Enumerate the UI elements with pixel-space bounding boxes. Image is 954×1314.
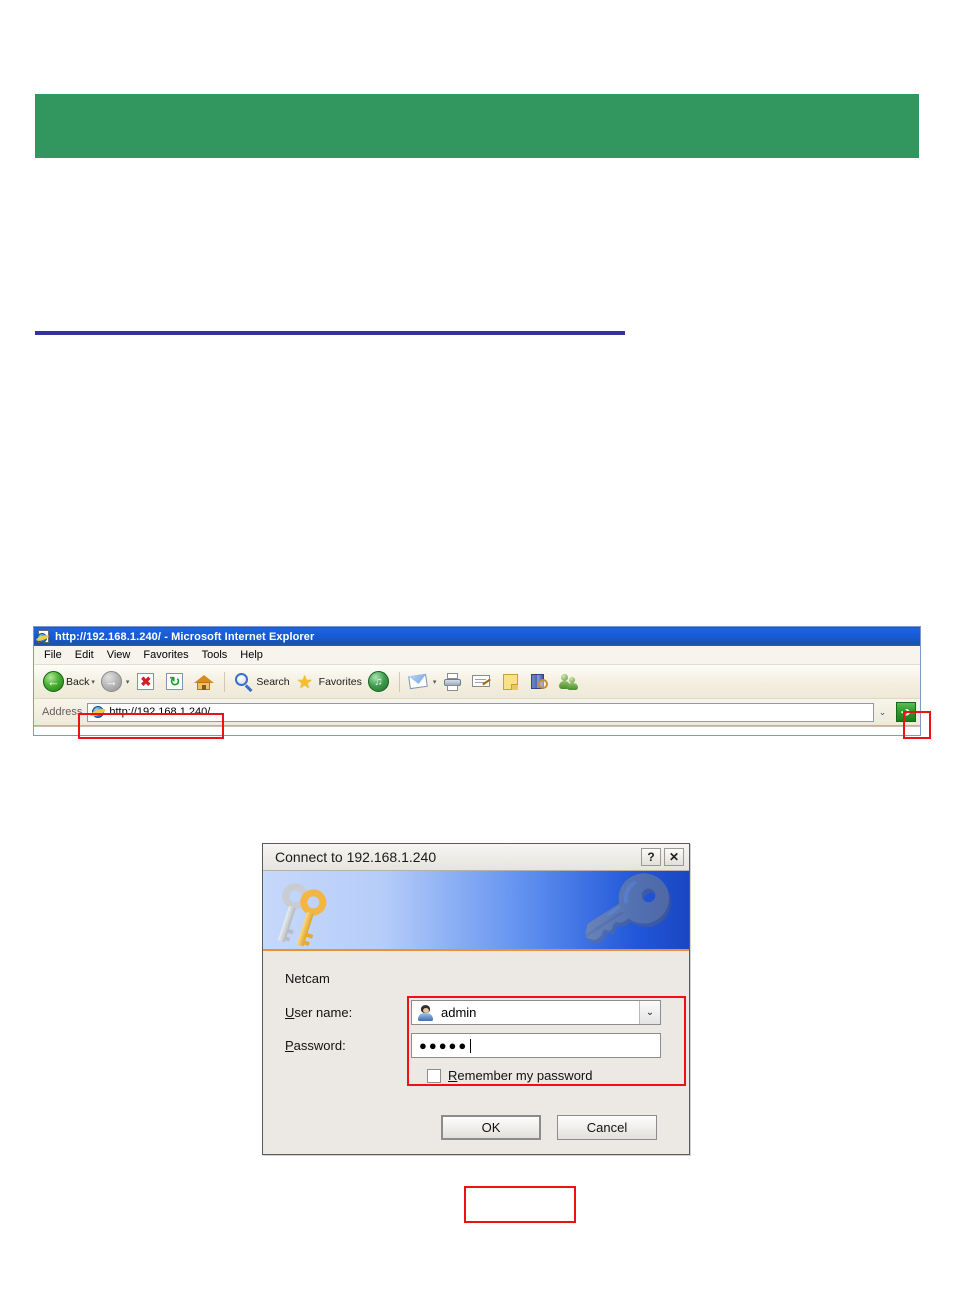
dialog-banner: 🔑 <box>263 871 689 951</box>
home-icon <box>193 671 215 692</box>
section-divider-rule <box>35 331 625 335</box>
search-icon <box>233 671 254 692</box>
refresh-button[interactable]: ↻ <box>161 669 190 695</box>
ok-button[interactable]: OK <box>441 1115 541 1140</box>
close-icon[interactable]: ✕ <box>664 848 684 866</box>
chevron-down-icon-forward[interactable]: ▾ <box>126 678 130 686</box>
toolbar-separator-1 <box>224 671 226 692</box>
menu-item-tools[interactable]: Tools <box>202 649 237 661</box>
stop-icon: ✖ <box>135 671 156 692</box>
home-button[interactable] <box>190 669 219 695</box>
print-icon <box>442 671 463 692</box>
authentication-dialog: Connect to 192.168.1.240 ? ✕ 🔑 Netcam Us… <box>262 843 690 1223</box>
address-bar-label: Address <box>42 706 83 718</box>
user-account-icon <box>417 1004 434 1021</box>
notes-button[interactable] <box>497 669 526 695</box>
browser-toolbar: ← Back ▾ → ▾ ✖ ↻ Search ★ Favorites ♫ ▾ <box>34 665 920 699</box>
star-glyph: ★ <box>296 672 313 692</box>
media-icon: ♫ <box>367 671 389 692</box>
edit-icon <box>471 671 492 692</box>
dialog-titlebar: Connect to 192.168.1.240 ? ✕ <box>263 844 689 871</box>
browser-titlebar: http://192.168.1.240/ - Microsoft Intern… <box>34 627 920 646</box>
realm-label: Netcam <box>285 971 330 986</box>
username-label: User name: <box>285 1005 353 1020</box>
go-button[interactable]: ➔ <box>896 702 916 722</box>
remember-password-checkbox[interactable] <box>427 1068 441 1083</box>
dialog-body: Netcam User name: admin ⌄ Password: ●●●●… <box>263 951 689 1223</box>
edit-button[interactable] <box>468 669 497 695</box>
dialog-title: Connect to 192.168.1.240 <box>275 849 437 865</box>
password-masked-value: ●●●●● <box>419 1038 469 1053</box>
back-button-label: Back <box>66 675 90 688</box>
forward-arrow-icon: → <box>100 671 122 692</box>
favorites-button-label: Favorites <box>318 675 362 688</box>
username-input[interactable]: admin ⌄ <box>411 1000 661 1025</box>
back-arrow-icon: ← <box>43 671 64 692</box>
menu-item-favorites[interactable]: Favorites <box>143 649 197 661</box>
ie-globe-icon <box>89 705 107 719</box>
back-button[interactable]: ← Back ▾ <box>40 669 98 695</box>
menu-item-view[interactable]: View <box>107 649 140 661</box>
toolbar-separator-2 <box>398 671 400 692</box>
favorites-button[interactable]: ★ Favorites <box>293 669 365 695</box>
media-button[interactable]: ♫ <box>365 669 394 695</box>
print-button[interactable] <box>439 669 468 695</box>
chevron-down-icon-username[interactable]: ⌄ <box>639 1001 660 1024</box>
password-label: Password: <box>285 1038 346 1053</box>
stop-button[interactable]: ✖ <box>132 669 161 695</box>
remember-password-label: Remember my password <box>448 1068 593 1083</box>
research-button[interactable] <box>526 669 555 695</box>
username-value: admin <box>441 1005 477 1020</box>
address-history-dropdown[interactable]: ⌄ <box>874 704 891 721</box>
ie-document-icon <box>35 629 51 644</box>
cancel-button[interactable]: Cancel <box>557 1115 657 1140</box>
search-button[interactable]: Search <box>230 669 292 695</box>
stop-glyph: ✖ <box>137 673 155 690</box>
text-caret <box>470 1038 472 1053</box>
username-row: User name: admin ⌄ <box>279 1000 673 1025</box>
mail-button[interactable]: ▾ <box>405 669 440 695</box>
research-icon <box>529 671 550 692</box>
refresh-icon: ↻ <box>164 671 185 692</box>
forward-button[interactable]: → ▾ <box>98 669 133 695</box>
chevron-down-icon-mail[interactable]: ▾ <box>433 678 437 686</box>
chevron-down-icon[interactable]: ▾ <box>91 678 95 686</box>
mail-icon <box>408 671 429 692</box>
go-arrow-icon: ➔ <box>900 705 912 719</box>
banner-watermark-keys-icon: 🔑 <box>578 871 683 951</box>
internet-explorer-window: http://192.168.1.240/ - Microsoft Intern… <box>33 626 931 739</box>
messenger-button[interactable] <box>555 669 584 695</box>
browser-content-area <box>34 726 920 735</box>
search-button-label: Search <box>256 675 290 688</box>
menu-item-file[interactable]: File <box>44 649 71 661</box>
page-header-banner <box>35 94 919 158</box>
notes-icon <box>500 671 521 692</box>
browser-title-text: http://192.168.1.240/ - Microsoft Intern… <box>55 630 315 643</box>
address-input[interactable]: http://192.168.1.240/ <box>87 702 874 722</box>
messenger-icon <box>558 671 579 692</box>
menu-item-edit[interactable]: Edit <box>75 649 103 661</box>
address-input-value: http://192.168.1.240/ <box>109 706 211 718</box>
media-glyph: ♫ <box>374 675 383 688</box>
browser-menubar: File Edit View Favorites Tools Help <box>34 646 920 665</box>
menu-item-help[interactable]: Help <box>240 649 272 661</box>
help-button[interactable]: ? <box>641 848 661 866</box>
password-row: Password: ●●●●● <box>279 1033 673 1058</box>
ok-button-highlight-annotation <box>464 1186 576 1223</box>
star-icon: ★ <box>296 671 317 692</box>
keys-icon <box>277 876 355 947</box>
dialog-button-row: OK Cancel <box>279 1115 673 1140</box>
remember-password-row[interactable]: Remember my password <box>427 1068 673 1083</box>
refresh-glyph: ↻ <box>166 673 184 690</box>
browser-address-bar: Address http://192.168.1.240/ ⌄ ➔ <box>34 699 931 739</box>
password-input[interactable]: ●●●●● <box>411 1033 661 1058</box>
